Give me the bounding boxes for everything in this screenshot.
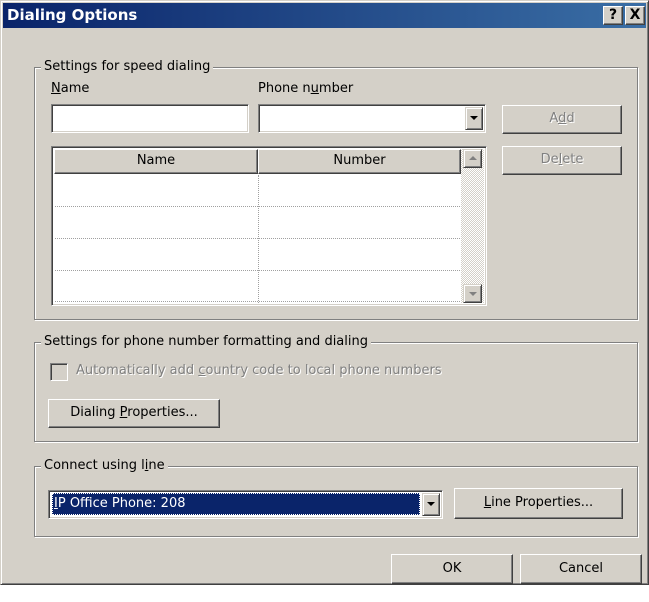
dialing-options-dialog: Dialing Options ? X Settings for speed d…: [0, 0, 649, 585]
help-button[interactable]: ?: [603, 6, 623, 25]
chevron-down-icon: [427, 502, 435, 506]
speed-dialing-group-label: Settings for speed dialing: [41, 58, 214, 75]
arrow-down-icon: [469, 292, 477, 296]
line-select[interactable]: IP Office Phone: 208: [48, 490, 443, 519]
phone-number-dropdown-button[interactable]: [465, 107, 483, 130]
formatting-group-label: Settings for phone number formatting and…: [41, 333, 371, 350]
name-label: Name: [51, 81, 90, 96]
delete-button[interactable]: Delete: [502, 146, 622, 175]
arrow-up-icon: [469, 156, 477, 160]
speed-dial-list[interactable]: Name Number: [51, 146, 487, 306]
window-title: Dialing Options: [7, 6, 138, 24]
dialing-properties-button[interactable]: Dialing Properties...: [48, 399, 220, 428]
column-divider: [258, 175, 259, 303]
line-dropdown-button[interactable]: [422, 493, 440, 516]
close-button[interactable]: X: [625, 6, 645, 25]
auto-country-code-label: Automatically add country code to local …: [76, 363, 442, 378]
ok-button[interactable]: OK: [391, 554, 513, 584]
title-bar[interactable]: Dialing Options ? X: [3, 3, 646, 28]
auto-country-code-checkbox[interactable]: [50, 363, 68, 381]
add-button[interactable]: Add: [502, 105, 622, 134]
connect-line-group-label: Connect using line: [41, 457, 168, 474]
cancel-button[interactable]: Cancel: [520, 554, 642, 584]
line-select-value: IP Office Phone: 208: [52, 493, 420, 515]
chevron-down-icon: [470, 116, 478, 120]
scroll-down-button[interactable]: [463, 284, 482, 303]
phone-number-combobox[interactable]: [258, 104, 486, 133]
phone-number-label: Phone number: [258, 81, 354, 96]
line-properties-button[interactable]: Line Properties...: [454, 488, 623, 519]
list-vertical-scrollbar[interactable]: [461, 149, 484, 303]
name-input[interactable]: [51, 104, 249, 133]
scroll-up-button[interactable]: [463, 149, 482, 168]
column-header-number[interactable]: Number: [258, 149, 461, 174]
column-header-name[interactable]: Name: [54, 149, 258, 174]
